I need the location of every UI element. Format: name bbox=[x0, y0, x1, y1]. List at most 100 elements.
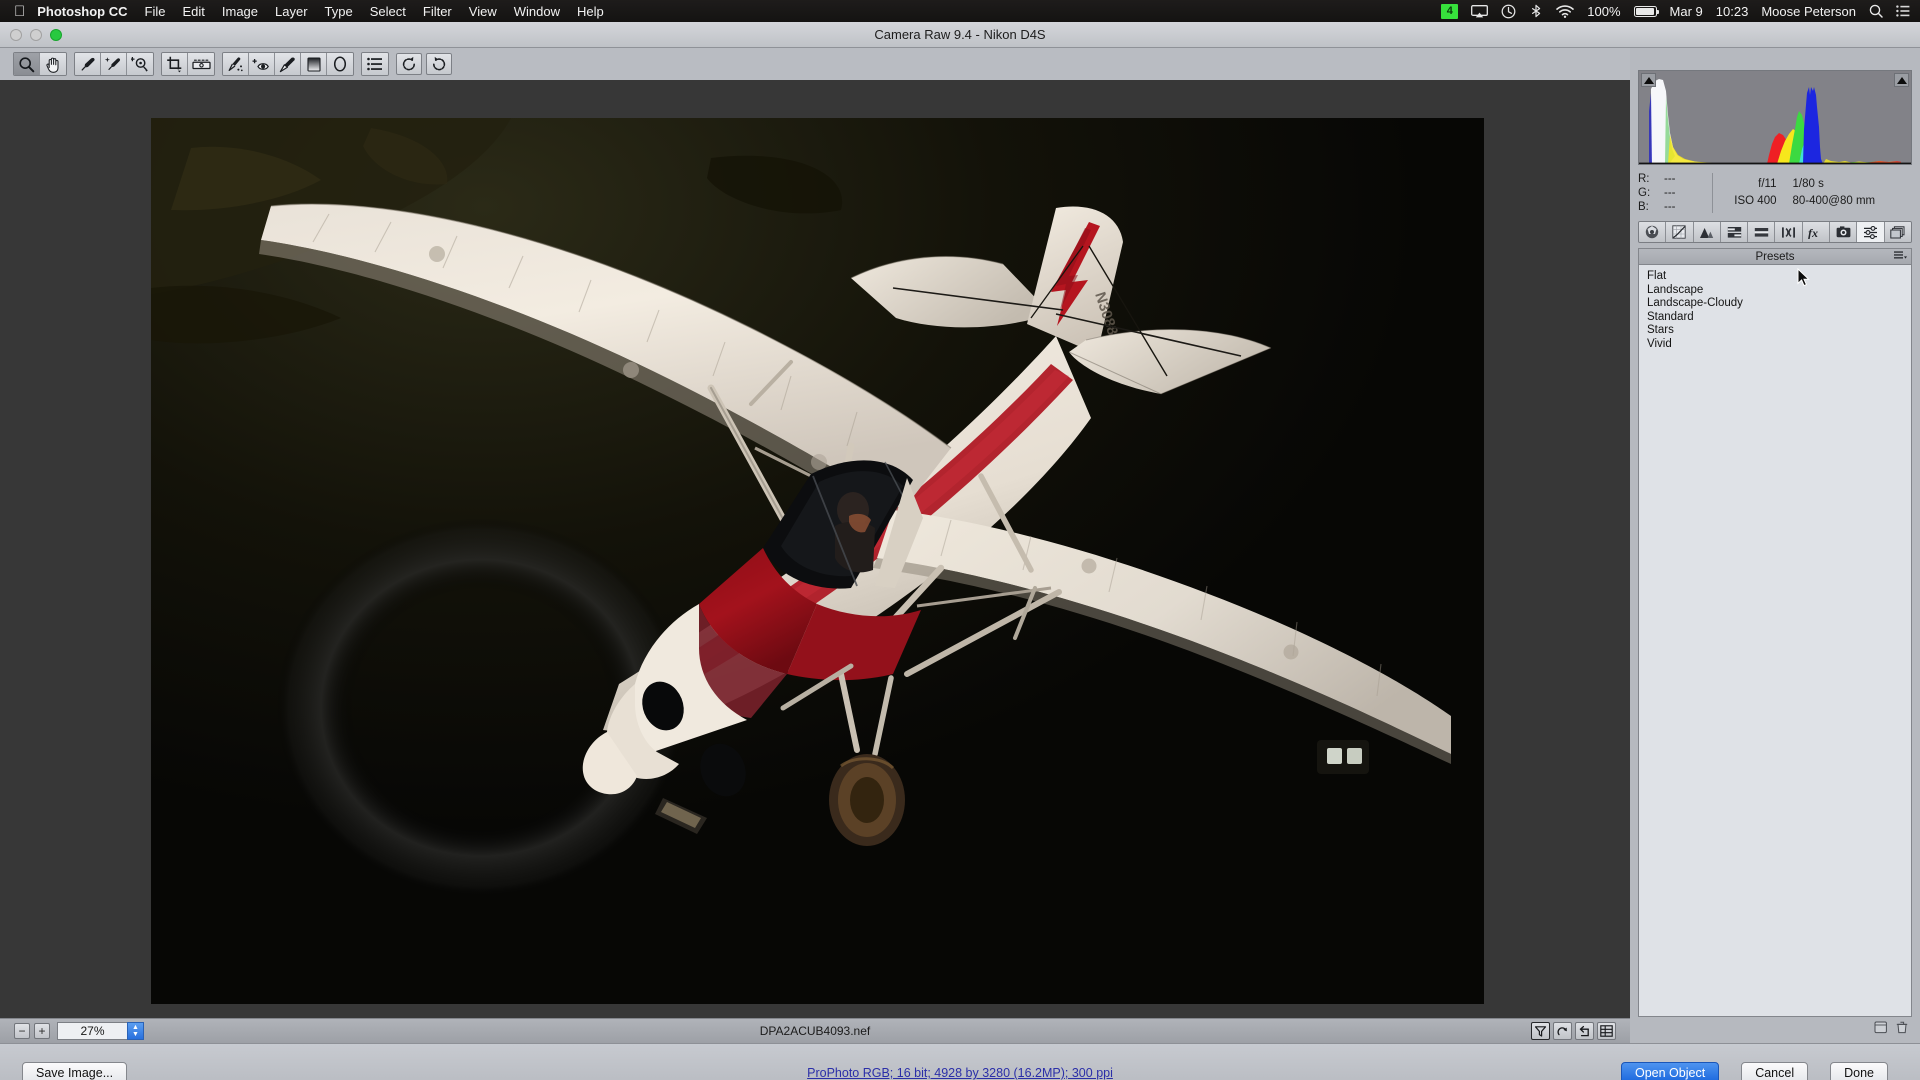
menu-select[interactable]: Select bbox=[370, 4, 406, 19]
tool-group-navigation bbox=[13, 52, 67, 76]
exif-lens: 80-400@80 mm bbox=[1792, 195, 1876, 207]
preset-item-stars[interactable]: Stars bbox=[1639, 324, 1911, 338]
tab-detail[interactable] bbox=[1693, 222, 1721, 242]
tab-hsl-grayscale[interactable] bbox=[1720, 222, 1749, 242]
tool-group-color bbox=[74, 52, 154, 76]
menu-window[interactable]: Window bbox=[514, 4, 560, 19]
menu-bar-status-items: 4 100% Mar 9 10:23 Moose Peterson bbox=[1441, 0, 1920, 22]
shadow-clipping-warning-button[interactable] bbox=[1641, 73, 1656, 87]
zoom-tool-button[interactable] bbox=[14, 53, 40, 75]
menu-date: Mar 9 bbox=[1669, 3, 1703, 19]
tab-presets[interactable] bbox=[1857, 222, 1885, 242]
tab-snapshots[interactable] bbox=[1884, 222, 1911, 242]
window-title-bar: Camera Raw 9.4 - Nikon D4S bbox=[0, 22, 1920, 48]
raw-preview-image[interactable]: N3088A bbox=[151, 118, 1484, 1004]
wifi-icon[interactable] bbox=[1556, 4, 1575, 18]
preset-item-landscape-cloudy[interactable]: Landscape-Cloudy bbox=[1639, 297, 1911, 311]
tab-camera-calibration[interactable] bbox=[1830, 222, 1858, 242]
image-canvas-area[interactable]: N3088A bbox=[0, 80, 1630, 1018]
color-sampler-tool-button[interactable] bbox=[101, 53, 127, 75]
menu-help[interactable]: Help bbox=[577, 4, 604, 19]
tool-group-crop bbox=[161, 52, 215, 76]
histogram[interactable] bbox=[1638, 70, 1912, 165]
presets-list[interactable]: Flat Landscape Landscape-Cloudy Standard… bbox=[1638, 265, 1912, 1017]
white-balance-tool-button[interactable] bbox=[75, 53, 101, 75]
application-window: Camera Raw 9.4 - Nikon D4S N3088A − + 27… bbox=[0, 22, 1920, 1080]
bluetooth-icon[interactable] bbox=[1529, 4, 1543, 18]
delete-preset-button[interactable] bbox=[1894, 1020, 1910, 1035]
rotate-counterclockwise-button[interactable] bbox=[396, 53, 422, 75]
rgb-b-value: --- bbox=[1664, 201, 1676, 213]
exif-shutter-speed: 1/80 s bbox=[1792, 178, 1824, 190]
battery-icon[interactable] bbox=[1633, 5, 1660, 17]
preset-item-standard[interactable]: Standard bbox=[1639, 311, 1911, 325]
svg-text:fx: fx bbox=[1808, 226, 1818, 239]
tab-effects[interactable]: fx bbox=[1802, 222, 1831, 242]
exif-iso: ISO 400 bbox=[1734, 195, 1777, 207]
airplay-icon[interactable] bbox=[1471, 4, 1489, 18]
straighten-tool-button[interactable] bbox=[188, 53, 214, 75]
close-window-button[interactable] bbox=[10, 28, 22, 41]
maximize-window-button[interactable] bbox=[50, 28, 62, 41]
crop-tool-button[interactable] bbox=[162, 53, 188, 75]
exif-readout: f/11 1/80 s ISO 400 80-400@80 mm bbox=[1721, 176, 1912, 210]
rgb-g-value: --- bbox=[1664, 187, 1676, 199]
tool-group-preferences bbox=[361, 52, 389, 76]
mac-menu-bar:  Photoshop CC File Edit Image Layer Typ… bbox=[0, 0, 1920, 22]
spot-removal-tool-button[interactable] bbox=[223, 53, 249, 75]
menu-file[interactable]: File bbox=[145, 4, 166, 19]
rgb-r-label: R: bbox=[1638, 173, 1650, 185]
radial-filter-tool-button[interactable] bbox=[327, 53, 353, 75]
open-preferences-dialog-button[interactable] bbox=[362, 53, 388, 75]
red-eye-removal-tool-button[interactable] bbox=[249, 53, 275, 75]
tab-lens-corrections[interactable] bbox=[1775, 222, 1803, 242]
highlight-clipping-warning-button[interactable] bbox=[1894, 73, 1909, 87]
hand-tool-button[interactable] bbox=[40, 53, 66, 75]
menu-view[interactable]: View bbox=[469, 4, 497, 19]
rgb-g-label: G: bbox=[1638, 187, 1651, 199]
preset-item-vivid[interactable]: Vivid bbox=[1639, 338, 1911, 352]
current-file-name: DPA2ACUB4093.nef bbox=[759, 1024, 871, 1038]
graduated-filter-tool-button[interactable] bbox=[301, 53, 327, 75]
menu-clock[interactable]: 10:23 bbox=[1716, 4, 1749, 19]
notification-center-icon[interactable] bbox=[1896, 5, 1910, 17]
preset-item-landscape[interactable]: Landscape bbox=[1639, 284, 1911, 298]
rgb-readout: R: --- G: --- B: --- bbox=[1638, 172, 1712, 214]
apple-logo-icon[interactable]:  bbox=[14, 4, 25, 19]
rgb-b-label: B: bbox=[1638, 201, 1649, 213]
exif-aperture: f/11 bbox=[1758, 178, 1777, 190]
adjustments-panel: R: --- G: --- B: --- f/11 1/80 s ISO 400… bbox=[1630, 48, 1920, 1043]
menu-image[interactable]: Image bbox=[222, 4, 258, 19]
menu-edit[interactable]: Edit bbox=[182, 4, 204, 19]
rotate-clockwise-button[interactable] bbox=[426, 53, 452, 75]
window-title: Camera Raw 9.4 - Nikon D4S bbox=[874, 27, 1046, 42]
spotlight-search-icon[interactable] bbox=[1869, 4, 1883, 18]
highlight-clip-triangle-icon bbox=[1896, 76, 1907, 84]
menu-user-name[interactable]: Moose Peterson bbox=[1761, 4, 1856, 19]
panel-tab-bar: fx bbox=[1638, 221, 1912, 243]
menu-filter[interactable]: Filter bbox=[423, 4, 452, 19]
new-preset-button[interactable] bbox=[1873, 1020, 1889, 1035]
tab-tone-curve[interactable] bbox=[1666, 222, 1694, 242]
image-readout: R: --- G: --- B: --- f/11 1/80 s ISO 400… bbox=[1638, 171, 1912, 215]
menu-type[interactable]: Type bbox=[325, 4, 353, 19]
tool-group-rotate bbox=[396, 53, 452, 75]
dialog-action-bar: Save Image... ProPhoto RGB; 16 bit; 4928… bbox=[0, 1043, 1920, 1080]
menu-app-name[interactable]: Photoshop CC bbox=[37, 4, 127, 19]
adjustment-brush-tool-button[interactable] bbox=[275, 53, 301, 75]
presets-footer bbox=[1638, 1017, 1912, 1037]
canvas-status-bar: − + 27% ▲ ▼ DPA2ACUB4093.nef bbox=[0, 1018, 1630, 1043]
menu-layer[interactable]: Layer bbox=[275, 4, 308, 19]
preset-item-flat[interactable]: Flat bbox=[1639, 270, 1911, 284]
minimize-window-button[interactable] bbox=[30, 28, 42, 41]
time-machine-icon[interactable] bbox=[1501, 4, 1516, 19]
tab-split-toning[interactable] bbox=[1748, 222, 1776, 242]
targeted-adjustment-tool-button[interactable] bbox=[127, 53, 153, 75]
camera-raw-window:  Photoshop CC File Edit Image Layer Typ… bbox=[0, 0, 1920, 1080]
workflow-options-link[interactable]: ProPhoto RGB; 16 bit; 4928 by 3280 (16.2… bbox=[0, 1066, 1920, 1080]
tool-group-retouch bbox=[222, 52, 354, 76]
input-source-badge-icon[interactable]: 4 bbox=[1441, 3, 1459, 19]
tab-basic[interactable] bbox=[1639, 222, 1667, 242]
panel-flyout-menu-icon[interactable] bbox=[1894, 251, 1907, 260]
presets-panel-header: Presets bbox=[1638, 248, 1912, 265]
